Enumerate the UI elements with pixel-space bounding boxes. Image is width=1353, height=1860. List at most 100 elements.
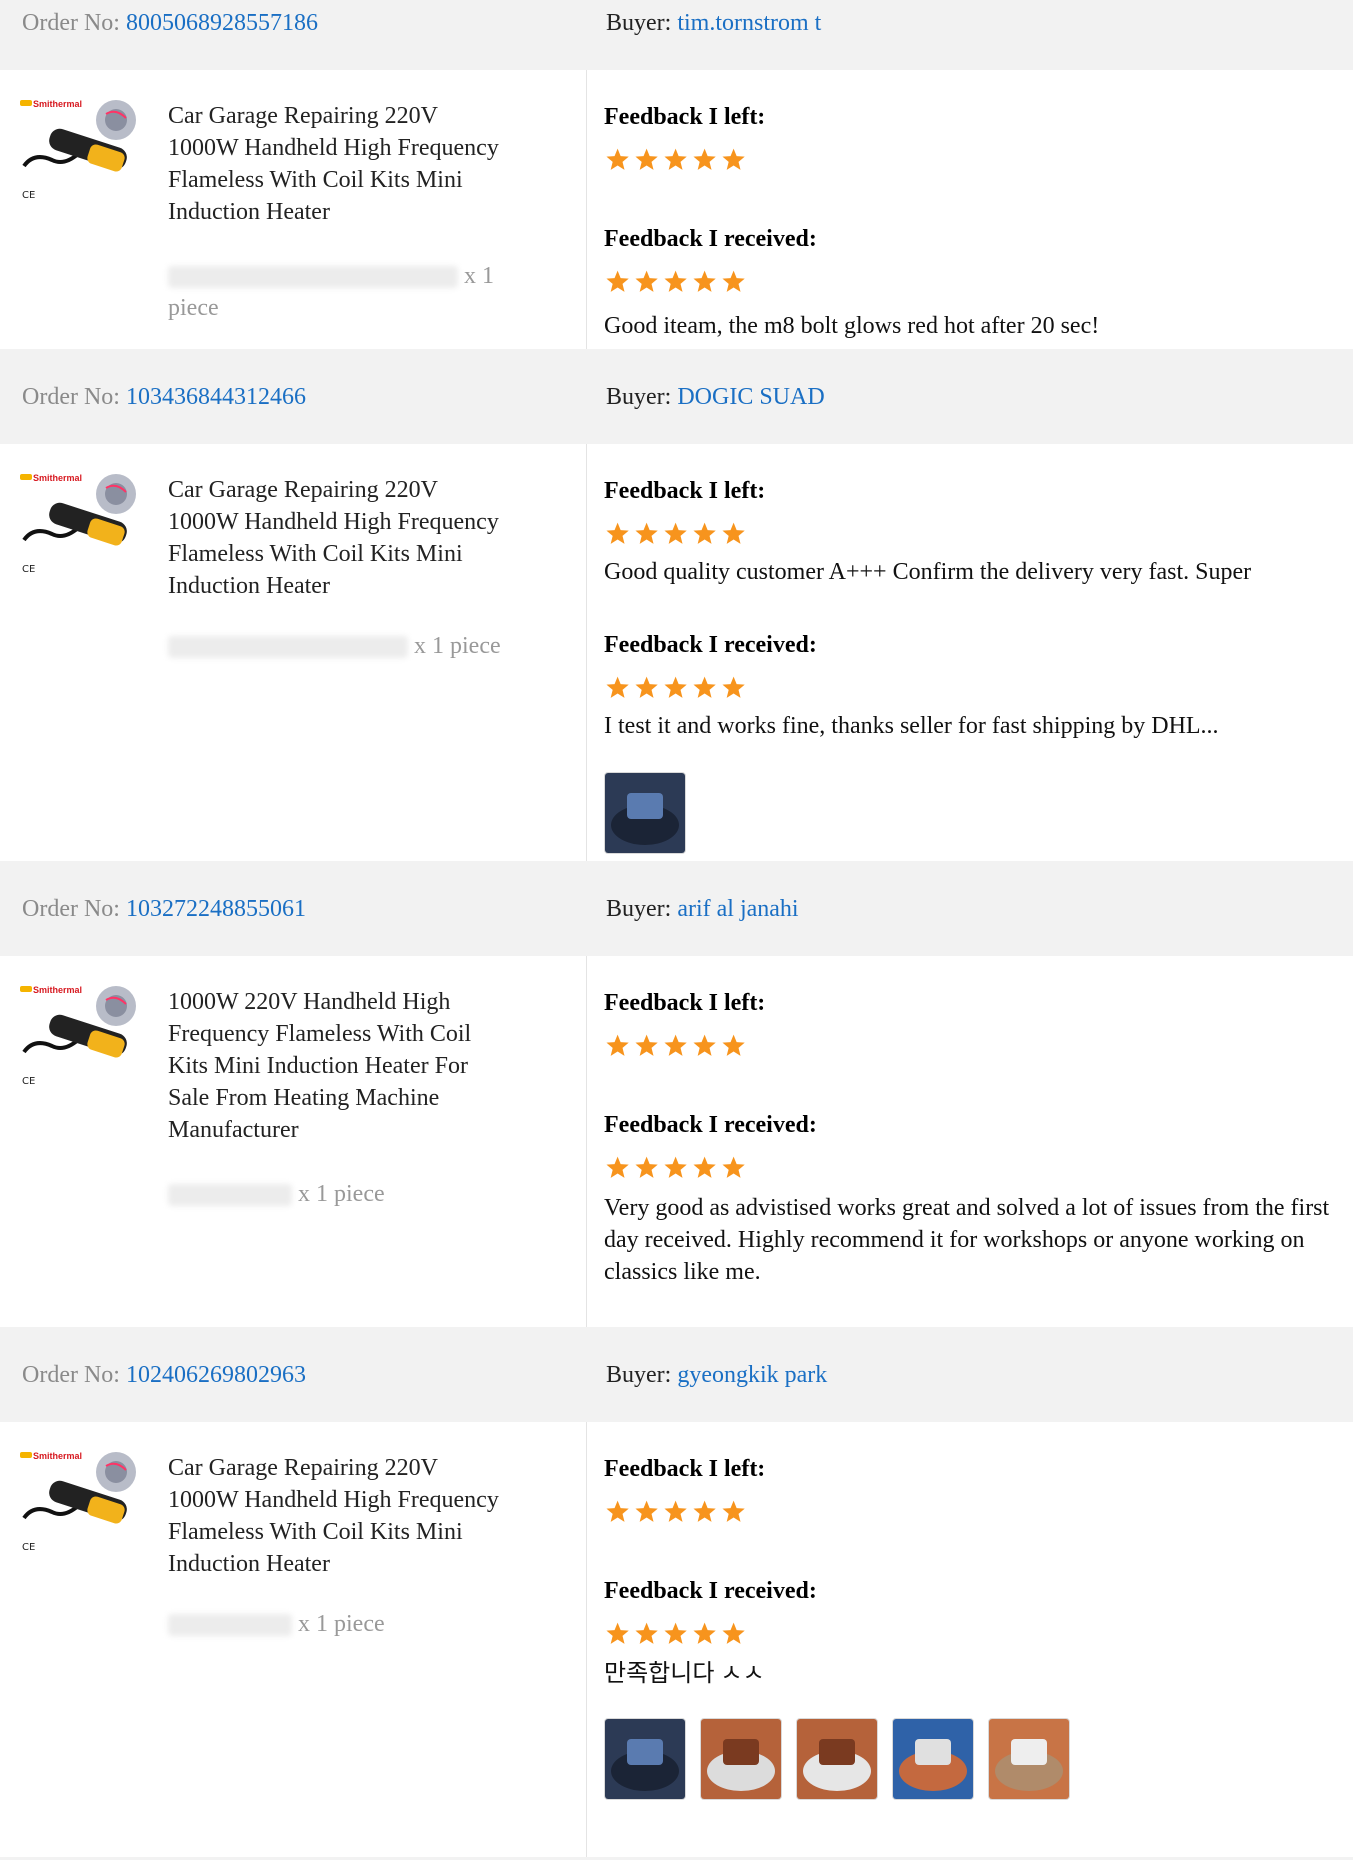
feedback-received-label: Feedback I received: [604, 226, 817, 252]
order-number-link[interactable]: 8005068928557186 [126, 10, 318, 36]
star-icon [722, 676, 745, 698]
product-title[interactable]: Car Garage Repairing 220V 1000W Handheld… [168, 474, 508, 602]
order-header: Order No: 103436844312466 Buyer: DOGIC S… [0, 352, 1353, 444]
product-title[interactable]: 1000W 220V Handheld High Frequency Flame… [168, 986, 508, 1146]
star-icon [635, 270, 658, 292]
star-icon [693, 522, 716, 544]
star-icon [635, 1156, 658, 1178]
product-quantity: x 1 piece [168, 1178, 508, 1210]
star-icon [606, 148, 629, 170]
order-number: Order No: 103436844312466 [22, 384, 306, 411]
star-icon [722, 1156, 745, 1178]
buyer-label: Buyer: [606, 896, 672, 922]
feedback-left-stars [604, 1030, 764, 1060]
pliers-photo-3[interactable] [892, 1718, 974, 1800]
order-number-link[interactable]: 103272248855061 [126, 896, 306, 922]
star-icon [606, 1622, 629, 1644]
product-quantity: x 1 piece [168, 630, 508, 662]
column-divider [586, 1422, 587, 1857]
feedback-received-stars [604, 266, 764, 296]
product-title[interactable]: Car Garage Repairing 220V 1000W Handheld… [168, 100, 508, 228]
star-icon [664, 270, 687, 292]
quantity-text: x 1 piece [414, 633, 501, 659]
feedback-left-stars [604, 144, 764, 174]
star-icon [693, 1622, 716, 1644]
star-icon [693, 148, 716, 170]
order-number-label: Order No: [22, 896, 120, 922]
price-redacted [168, 1184, 292, 1207]
order-number: Order No: 103272248855061 [22, 896, 306, 923]
induction-heater-image: Smithermal CE [20, 985, 136, 1087]
feedback-received-stars [604, 1618, 764, 1648]
order-number: Order No: 8005068928557186 [22, 10, 318, 37]
quantity-text: x 1 piece [298, 1181, 385, 1207]
pliers-photo-2[interactable] [796, 1718, 878, 1800]
feedback-left-label: Feedback I left: [604, 478, 766, 504]
pliers-photo-1[interactable] [700, 1718, 782, 1800]
svg-text:Smithermal: Smithermal [33, 473, 82, 483]
feedback-received-label: Feedback I received: [604, 1112, 817, 1138]
svg-text:CE: CE [22, 564, 35, 575]
feedback-left-text: Good quality customer A+++ Confirm the d… [604, 559, 1252, 585]
star-rating-icons [606, 1500, 745, 1522]
product-thumbnail[interactable]: Smithermal CE [18, 96, 146, 208]
induction-heater-image: Smithermal CE [20, 1451, 136, 1553]
star-icon [722, 270, 745, 292]
star-icon [664, 522, 687, 544]
product-title[interactable]: Car Garage Repairing 220V 1000W Handheld… [168, 1452, 508, 1580]
buyer: Buyer: gyeongkik park [606, 1362, 827, 1389]
feedback-page: Order No: 8005068928557186 Buyer: tim.to… [0, 0, 1353, 1860]
star-rating-icons [606, 522, 745, 544]
feedback-received-text: Good iteam, the m8 bolt glows red hot af… [604, 313, 1100, 339]
feedback-received-text: Very good as advistised works great and … [604, 1195, 1330, 1285]
column-divider [586, 444, 587, 861]
star-icon [606, 270, 629, 292]
star-icon [693, 1500, 716, 1522]
price-redacted [168, 1614, 292, 1637]
feedback-received-text: 만족합니다 ㅅㅅ [604, 1661, 765, 1687]
star-icon [664, 148, 687, 170]
star-icon [606, 1034, 629, 1056]
star-icon [664, 1500, 687, 1522]
order-number-label: Order No: [22, 384, 120, 410]
order-number-link[interactable]: 103436844312466 [126, 384, 306, 410]
order-number-link[interactable]: 102406269802963 [126, 1362, 306, 1388]
package-photo[interactable] [988, 1718, 1070, 1800]
feedback-received-label: Feedback I received: [604, 632, 817, 658]
product-thumbnail[interactable]: Smithermal CE [18, 1448, 146, 1560]
star-icon [635, 1034, 658, 1056]
star-icon [664, 1622, 687, 1644]
star-rating-icons [606, 270, 745, 292]
star-icon [635, 148, 658, 170]
buyer: Buyer: DOGIC SUAD [606, 384, 825, 411]
column-divider [586, 956, 587, 1327]
order-number-label: Order No: [22, 1362, 120, 1388]
order-number-label: Order No: [22, 10, 120, 36]
product-thumbnail[interactable]: Smithermal CE [18, 470, 146, 582]
svg-text:CE: CE [22, 190, 35, 201]
star-icon [722, 522, 745, 544]
star-icon [664, 1034, 687, 1056]
buyer: Buyer: arif al janahi [606, 896, 799, 923]
svg-text:Smithermal: Smithermal [33, 985, 82, 995]
column-divider [586, 70, 587, 349]
feedback-left-label: Feedback I left: [604, 104, 766, 130]
star-rating-icons [606, 1622, 745, 1644]
star-icon [664, 1156, 687, 1178]
feedback-received-stars [604, 672, 764, 702]
feedback-received-text: I test it and works fine, thanks seller … [604, 713, 1219, 739]
star-icon [635, 522, 658, 544]
order-body: Smithermal CE Car Garage Repairing 220V 1… [0, 70, 1353, 352]
buyer-name-link[interactable]: DOGIC SUAD [677, 384, 824, 410]
star-icon [635, 1622, 658, 1644]
case-photo[interactable] [604, 772, 686, 854]
buyer-name-link[interactable]: tim.tornstrom t [677, 10, 821, 36]
buyer-name-link[interactable]: gyeongkik park [677, 1362, 827, 1388]
feedback-photos [604, 772, 700, 856]
buyer-label: Buyer: [606, 10, 672, 36]
star-icon [722, 1622, 745, 1644]
product-thumbnail[interactable]: Smithermal CE [18, 982, 146, 1094]
quantity-text: x 1 piece [298, 1611, 385, 1637]
case-photo[interactable] [604, 1718, 686, 1800]
buyer-name-link[interactable]: arif al janahi [677, 896, 798, 922]
